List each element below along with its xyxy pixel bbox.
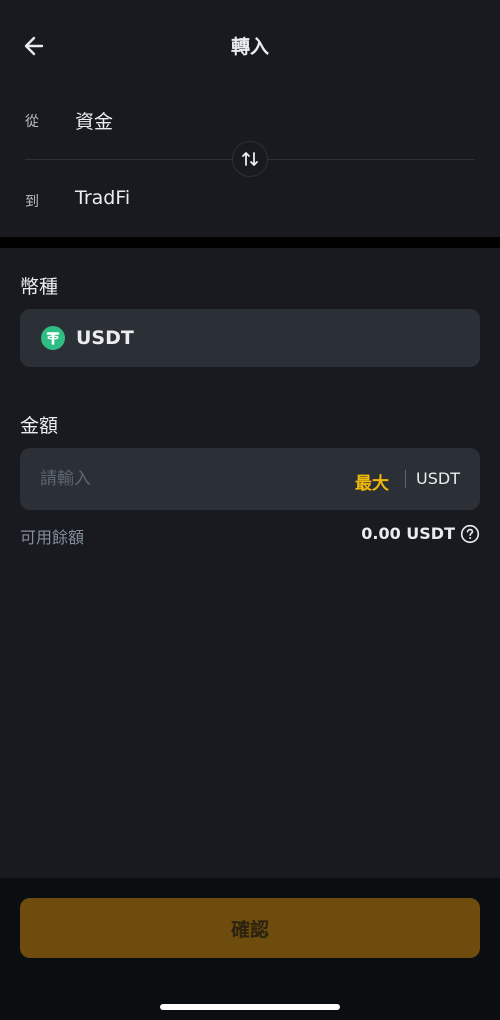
home-indicator xyxy=(160,1004,340,1010)
coin-selector[interactable]: USDT xyxy=(20,309,480,367)
header-bar: 轉入 xyxy=(0,0,500,90)
amount-field-container: 最大 USDT xyxy=(20,448,480,510)
amount-section-label: 金額 xyxy=(20,415,59,437)
available-balance-value: 0.00 USDT xyxy=(361,524,455,543)
question-circle-icon[interactable] xyxy=(460,524,480,544)
swap-button[interactable] xyxy=(232,141,268,177)
max-button[interactable]: 最大 xyxy=(355,469,389,494)
from-account[interactable]: 資金 xyxy=(75,107,113,134)
selected-coin: USDT xyxy=(76,327,134,349)
available-balance-label: 可用餘額 xyxy=(20,528,85,547)
to-account[interactable]: TradFi xyxy=(75,187,130,209)
coin-section-label: 幣種 xyxy=(20,276,59,298)
to-label: 到 xyxy=(25,194,39,210)
bottom-bar: 確認 xyxy=(0,878,500,1020)
transfer-in-screen: 轉入 從 資金 到 TradFi 幣種 USDT 金額 請輸入 最大 USDT … xyxy=(0,0,500,1020)
tether-icon xyxy=(41,326,65,350)
page-title: 轉入 xyxy=(230,36,269,58)
transfer-direction-panel: 轉入 從 資金 到 TradFi xyxy=(0,0,500,237)
confirm-button[interactable]: 確認 xyxy=(20,898,480,958)
transfer-form: 幣種 USDT 金額 最大 USDT 可用餘額 0.00 USDT xyxy=(0,248,500,878)
amount-unit: USDT xyxy=(416,469,460,488)
amount-input[interactable] xyxy=(40,448,340,510)
swap-vertical-icon xyxy=(242,152,258,166)
from-label: 從 xyxy=(25,114,39,130)
unit-separator xyxy=(405,470,406,488)
